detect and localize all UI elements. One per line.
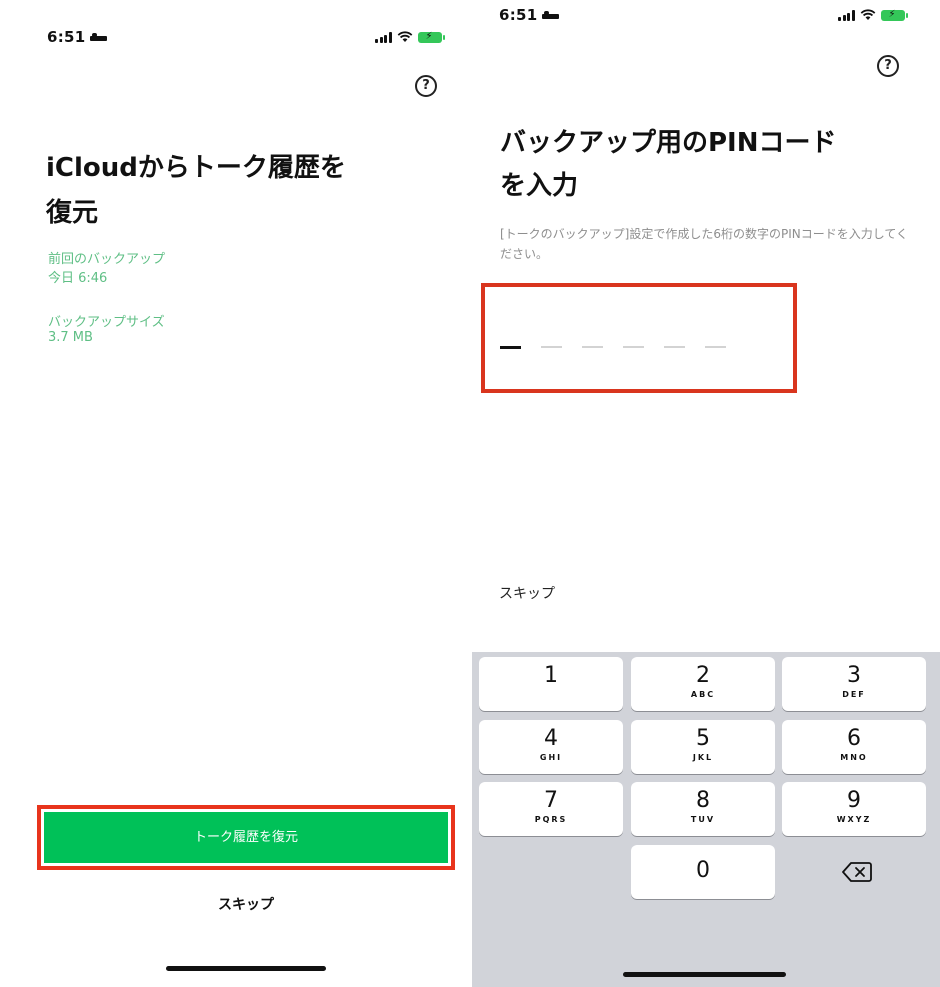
pin-description: [トークのバックアップ]設定で作成した6桁の数字のPINコードを入力してください… — [500, 227, 909, 261]
wifi-icon — [397, 31, 412, 42]
key-digit: 1 — [544, 663, 558, 688]
sleep-focus-icon — [89, 32, 107, 41]
cellular-signal-icon — [838, 9, 855, 21]
title-line-2: 復元 — [46, 198, 99, 228]
pin-digit-slot — [582, 346, 603, 348]
status-icons: ⚡ — [838, 9, 908, 21]
key-digit: 4 — [544, 726, 558, 751]
key-digit: 5 — [696, 726, 710, 751]
cellular-signal-icon — [375, 31, 392, 43]
backup-size-value: 3.7 MB — [48, 330, 93, 345]
pin-digit-slot — [500, 346, 521, 349]
title-line-1: iCloudからトーク履歴を — [46, 153, 346, 183]
home-indicator[interactable] — [166, 966, 326, 971]
keypad-key-3[interactable]: 3 DEF — [782, 657, 926, 711]
home-indicator[interactable] — [623, 972, 786, 977]
wifi-icon — [860, 9, 875, 20]
keypad-key-9[interactable]: 9 WXYZ — [782, 782, 926, 836]
skip-button[interactable]: スキップ — [499, 583, 555, 603]
key-letters: GHI — [539, 753, 563, 762]
backup-size-label: バックアップサイズ — [48, 315, 165, 330]
keypad-key-2[interactable]: 2 ABC — [631, 657, 775, 711]
keypad-key-0[interactable]: 0 — [631, 845, 775, 899]
backspace-icon[interactable] — [842, 861, 872, 883]
key-letters: JKL — [692, 753, 714, 762]
key-digit: 7 — [544, 788, 558, 813]
pin-input-highlight — [481, 283, 797, 393]
keypad-key-6[interactable]: 6 MNO — [782, 720, 926, 774]
title-line-2: を入力 — [500, 171, 579, 201]
key-letters: PQRS — [534, 815, 568, 824]
status-icons: ⚡ — [375, 31, 445, 43]
pin-digit-slot — [705, 346, 726, 348]
sleep-focus-icon — [541, 10, 559, 19]
pin-digit-slot — [664, 346, 685, 348]
key-digit: 9 — [847, 788, 861, 813]
key-letters: MNO — [840, 753, 868, 762]
last-backup-label: 前回のバックアップ — [48, 252, 166, 267]
keypad-key-5[interactable]: 5 JKL — [631, 720, 775, 774]
keypad-key-4[interactable]: 4 GHI — [479, 720, 623, 774]
key-digit: 6 — [847, 726, 861, 751]
keypad-key-7[interactable]: 7 PQRS — [479, 782, 623, 836]
pin-digit-slot — [623, 346, 644, 348]
page-title: iCloudからトーク履歴を 復元 — [46, 146, 426, 236]
keypad-key-1[interactable]: 1 — [479, 657, 623, 711]
key-letters: TUV — [690, 815, 716, 824]
key-digit: 3 — [847, 663, 861, 688]
key-letters: WXYZ — [836, 815, 872, 824]
key-digit: 2 — [696, 663, 710, 688]
numeric-keypad: 1 2 ABC 3 DEF 4 GHI 5 JKL 6 MNO 7 PQRS 8 TUV 9 WXYZ 0 — [472, 652, 940, 987]
help-icon[interactable]: ? — [415, 75, 437, 97]
status-time: 6:51 — [499, 6, 559, 24]
skip-button[interactable]: スキップ — [196, 894, 296, 914]
pin-digit-slot — [541, 346, 562, 348]
help-icon[interactable]: ? — [877, 55, 899, 77]
title-line-1: バックアップ用のPINコード — [500, 128, 837, 158]
battery-charging-icon: ⚡ — [880, 9, 908, 21]
page-title: バックアップ用のPINコード を入力 — [500, 122, 930, 208]
key-digit: 8 — [696, 788, 710, 813]
key-digit: 0 — [696, 858, 710, 883]
key-letters: ABC — [690, 690, 716, 699]
pin-input[interactable] — [500, 346, 726, 349]
keypad-key-8[interactable]: 8 TUV — [631, 782, 775, 836]
key-letters: DEF — [842, 690, 866, 699]
battery-charging-icon: ⚡ — [417, 31, 445, 43]
pin-entry-screen: 6:51 ⚡ ? バックアップ用のPINコード を入力 [トークのバックアップ]… — [472, 0, 940, 987]
last-backup-value: 今日 6:46 — [48, 271, 108, 286]
restore-screen: 6:51 ⚡ ? iCloudからトーク履歴を 復元 前回のバックアップ 今日 … — [0, 0, 472, 987]
status-time: 6:51 — [47, 28, 107, 46]
restore-history-button[interactable]: トーク履歴を復元 — [44, 812, 448, 863]
